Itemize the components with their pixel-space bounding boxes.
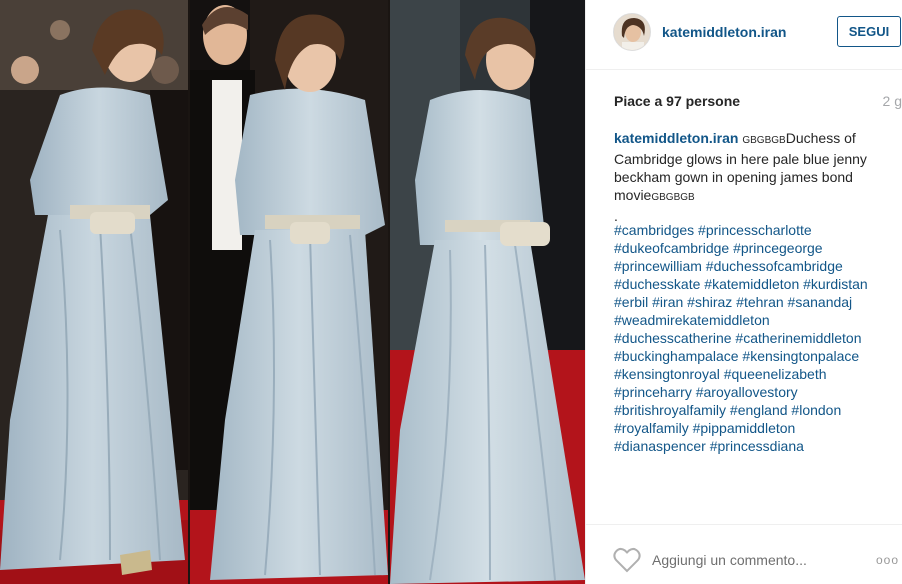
photo-panel-middle bbox=[190, 0, 388, 584]
post-header: katemiddleton.iran SEGUI bbox=[586, 0, 902, 70]
hashtag-line[interactable]: #britishroyalfamily #england #london bbox=[614, 401, 902, 419]
caption-username[interactable]: katemiddleton.iran bbox=[614, 130, 738, 146]
hashtag-line[interactable]: #duchesscatherine #catherinemiddleton bbox=[614, 329, 902, 347]
likes-count[interactable]: Piace a 97 persone bbox=[614, 93, 740, 109]
photo-panel-right bbox=[390, 0, 585, 584]
post-sidebar: katemiddleton.iran SEGUI Piace a 97 pers… bbox=[585, 0, 902, 584]
hashtag-line[interactable]: #erbil #iran #shiraz #tehran #sanandaj bbox=[614, 293, 902, 311]
hashtag-line[interactable]: #cambridges #princesscharlotte bbox=[614, 221, 902, 239]
post-caption: katemiddleton.iran GBGBGBDuchess of Camb… bbox=[614, 129, 896, 225]
hashtag-line[interactable]: #duchesskate #katemiddleton #kurdistan bbox=[614, 275, 902, 293]
hashtag-line[interactable]: #dukeofcambridge #princegeorge bbox=[614, 239, 902, 257]
caption-prefix: GBGBGB bbox=[742, 135, 786, 146]
hashtag-line[interactable]: #princeharry #aroyallovestory bbox=[614, 383, 902, 401]
follow-button[interactable]: SEGUI bbox=[837, 16, 901, 47]
hashtag-line[interactable]: #princewilliam #duchessofcambridge bbox=[614, 257, 902, 275]
hashtag-line[interactable]: #kensingtonroyal #queenelizabeth bbox=[614, 365, 902, 383]
post-photo[interactable] bbox=[0, 0, 585, 584]
hashtag-list: #cambridges #princesscharlotte #dukeofcam… bbox=[614, 221, 902, 455]
comment-input[interactable] bbox=[652, 550, 852, 570]
post-footer: ooo bbox=[586, 524, 902, 584]
heart-outline-icon[interactable] bbox=[613, 547, 641, 573]
hashtag-line[interactable]: #royalfamily #pippamiddleton bbox=[614, 419, 902, 437]
more-options-icon[interactable]: ooo bbox=[876, 553, 899, 567]
profile-avatar[interactable] bbox=[613, 13, 651, 51]
post-username[interactable]: katemiddleton.iran bbox=[662, 24, 786, 40]
hashtag-line[interactable]: #weadmirekatemiddleton bbox=[614, 311, 902, 329]
hashtag-line[interactable]: #buckinghampalace #kensingtonpalace bbox=[614, 347, 902, 365]
photo-panel-left bbox=[0, 0, 188, 584]
hashtag-line[interactable]: #dianaspencer #princessdiana bbox=[614, 437, 902, 455]
likes-row: Piace a 97 persone 2 g bbox=[614, 92, 902, 112]
caption-suffix: GBGBGB bbox=[651, 192, 695, 203]
post-timestamp[interactable]: 2 g bbox=[883, 93, 902, 109]
